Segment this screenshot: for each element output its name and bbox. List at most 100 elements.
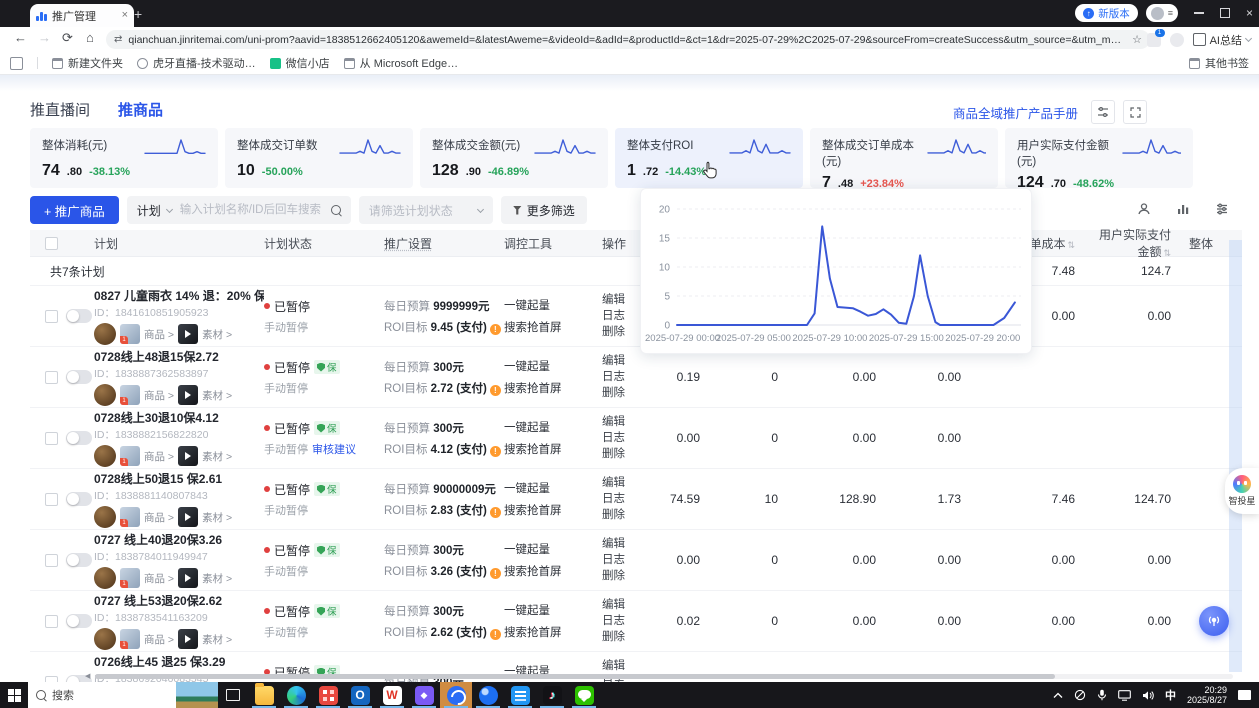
taskbar-clock[interactable]: 20:29 2025/8/27: [1187, 685, 1227, 705]
plan-name[interactable]: 0727 线上40退20保3.26: [94, 531, 264, 548]
table-scroll-strip[interactable]: [1229, 240, 1242, 672]
operation-link[interactable]: 日志: [602, 308, 640, 324]
row-checkbox[interactable]: [45, 615, 58, 628]
operation-link[interactable]: 编辑: [602, 536, 640, 552]
help-fab-button[interactable]: [1199, 606, 1229, 636]
mouse-disabled-icon[interactable]: [1074, 689, 1086, 701]
blue-circle-app[interactable]: [472, 682, 504, 708]
control-tool-link[interactable]: 搜索抢首屏: [504, 441, 596, 457]
column-header[interactable]: 用户实际支付金额⇅: [1089, 226, 1185, 260]
operation-link[interactable]: 删除: [602, 507, 640, 523]
microphone-icon[interactable]: [1097, 689, 1107, 701]
review-suggestion-link[interactable]: 审核建议: [312, 444, 356, 456]
new-tab-button[interactable]: +: [134, 7, 142, 21]
operation-link[interactable]: 日志: [602, 552, 640, 568]
sort-icon[interactable]: ⇅: [1067, 240, 1075, 250]
product-link[interactable]: 商品 >: [144, 571, 174, 586]
fullscreen-button[interactable]: [1123, 100, 1147, 124]
control-tool-link[interactable]: 一键起量: [504, 602, 596, 618]
material-link[interactable]: 素材 >: [202, 571, 232, 586]
operation-link[interactable]: 编辑: [602, 597, 640, 613]
display-settings-button[interactable]: [1091, 100, 1115, 124]
bookmark-item[interactable]: 新建文件夹: [52, 55, 123, 71]
material-link[interactable]: 素材 >: [202, 449, 232, 464]
bookmark-item[interactable]: 虎牙直播-技术驱动…: [137, 55, 256, 71]
blue-app[interactable]: [504, 682, 536, 708]
profile-button[interactable]: ≡: [1146, 4, 1178, 22]
material-link[interactable]: 素材 >: [202, 510, 232, 525]
tray-expand-icon[interactable]: [1053, 692, 1063, 699]
ai-summary-button[interactable]: AI总结: [1193, 32, 1251, 48]
taskbar-search[interactable]: 搜索: [28, 682, 176, 708]
product-link[interactable]: 商品 >: [144, 510, 174, 525]
promote-product-button[interactable]: + 推广商品: [30, 196, 119, 224]
product-link[interactable]: 商品 >: [144, 449, 174, 464]
control-tool-link[interactable]: 一键起量: [504, 419, 596, 435]
plan-name[interactable]: 0727 线上53退20保2.62: [94, 592, 264, 609]
row-toggle[interactable]: [66, 492, 92, 506]
tab-live-room[interactable]: 推直播间: [30, 99, 90, 120]
product-link[interactable]: 商品 >: [144, 632, 174, 647]
row-toggle[interactable]: [66, 309, 92, 323]
outlook[interactable]: O: [344, 682, 376, 708]
row-checkbox[interactable]: [45, 554, 58, 567]
window-maximize-button[interactable]: [1220, 8, 1230, 18]
column-settings-button[interactable]: [1210, 197, 1234, 221]
search-icon[interactable]: [331, 205, 341, 215]
tab-close-icon[interactable]: ×: [122, 10, 128, 21]
scroll-left-icon[interactable]: ◀: [85, 673, 90, 680]
plan-name[interactable]: 0827 儿童雨衣 14% 退：20% 保：9.92: [94, 287, 264, 304]
data-chart-button[interactable]: [1171, 197, 1195, 221]
operation-link[interactable]: 日志: [602, 491, 640, 507]
bookmark-item[interactable]: 微信小店: [270, 55, 330, 71]
search-input[interactable]: [178, 203, 325, 217]
scrollbar-thumb[interactable]: [95, 674, 1055, 679]
operation-link[interactable]: 编辑: [602, 292, 640, 308]
control-tool-link[interactable]: 一键起量: [504, 297, 596, 313]
row-checkbox[interactable]: [45, 310, 58, 323]
operation-link[interactable]: 删除: [602, 324, 640, 340]
row-toggle[interactable]: [66, 614, 92, 628]
operation-link[interactable]: 编辑: [602, 658, 640, 674]
row-toggle[interactable]: [66, 370, 92, 384]
browser-tab[interactable]: 推广管理 ×: [30, 4, 134, 27]
control-tool-link[interactable]: 搜索抢首屏: [504, 319, 596, 335]
wps-office[interactable]: W: [376, 682, 408, 708]
operation-link[interactable]: 删除: [602, 385, 640, 401]
stat-card[interactable]: 用户实际支付金额(元)124.70-48.62%: [1005, 128, 1193, 188]
new-version-badge[interactable]: ↑ 新版本: [1075, 4, 1138, 22]
weather-widget[interactable]: [176, 682, 218, 708]
operation-link[interactable]: 删除: [602, 446, 640, 462]
select-all-checkbox[interactable]: [45, 237, 58, 250]
stat-card[interactable]: 整体成交订单数10-50.00%: [225, 128, 413, 188]
control-tool-link[interactable]: 一键起量: [504, 480, 596, 496]
back-button[interactable]: ←: [14, 30, 27, 45]
control-tool-link[interactable]: 搜索抢首屏: [504, 380, 596, 396]
sort-icon[interactable]: ⇅: [1163, 248, 1171, 258]
start-button[interactable]: [0, 682, 28, 708]
url-field[interactable]: ⇄ qianchuan.jinritemai.com/uni-prom?aavi…: [106, 30, 1150, 49]
forward-button[interactable]: →: [38, 30, 51, 45]
douyin[interactable]: ♪: [536, 682, 568, 708]
window-minimize-button[interactable]: [1194, 12, 1204, 14]
material-link[interactable]: 素材 >: [202, 632, 232, 647]
control-tool-link[interactable]: 一键起量: [504, 358, 596, 374]
product-manual-link[interactable]: 商品全域推广产品手册: [953, 103, 1078, 122]
row-checkbox[interactable]: [45, 493, 58, 506]
more-filters-button[interactable]: 更多筛选: [501, 196, 587, 224]
plan-name[interactable]: 0728线上30退10保4.12: [94, 409, 264, 426]
stat-card[interactable]: 整体成交金额(元)128.90-46.89%: [420, 128, 608, 188]
plan-name[interactable]: 0728线上50退15 保2.61: [94, 470, 264, 487]
operation-link[interactable]: 日志: [602, 369, 640, 385]
file-explorer[interactable]: [248, 682, 280, 708]
display-icon[interactable]: [1118, 690, 1131, 701]
assistant-widget[interactable]: 智投星: [1225, 468, 1259, 514]
operation-link[interactable]: 编辑: [602, 414, 640, 430]
operation-link[interactable]: 编辑: [602, 353, 640, 369]
plan-status-select[interactable]: 请筛选计划状态: [359, 196, 493, 224]
tab-promote-product[interactable]: 推商品: [118, 99, 163, 120]
bookmark-star-icon[interactable]: ☆: [1132, 33, 1142, 46]
red-grid-app[interactable]: [312, 682, 344, 708]
material-link[interactable]: 素材 >: [202, 388, 232, 403]
control-tool-link[interactable]: 搜索抢首屏: [504, 563, 596, 579]
